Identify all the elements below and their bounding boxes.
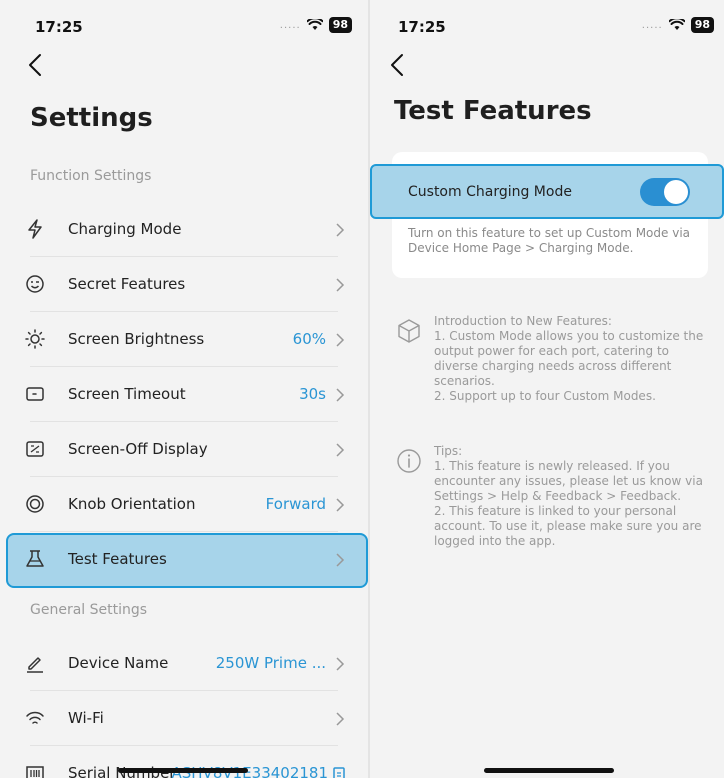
intro-line: 1. Custom Mode allows you to customize t… xyxy=(434,329,704,388)
row-label: Charging Mode xyxy=(68,220,182,238)
function-settings-header: Function Settings xyxy=(30,168,152,184)
wifi-icon xyxy=(26,711,44,724)
home-indicator xyxy=(484,768,614,773)
back-button[interactable] xyxy=(22,50,52,80)
chevron-right-icon xyxy=(336,223,345,237)
status-bar: 17:25 ..... 98 xyxy=(0,0,368,44)
chevron-right-icon xyxy=(336,333,345,347)
custom-charging-mode-toggle[interactable] xyxy=(640,178,690,206)
status-indicators: ..... 98 xyxy=(642,17,714,33)
row-label: Secret Features xyxy=(68,275,186,293)
chevron-right-icon xyxy=(336,278,345,292)
screen-off-display-icon xyxy=(26,441,44,457)
row-wifi[interactable]: Wi-Fi xyxy=(0,691,368,746)
info-icon xyxy=(397,449,421,473)
custom-charging-mode-label: Custom Charging Mode xyxy=(408,184,572,200)
battery-indicator: 98 xyxy=(328,17,352,33)
row-charging-mode[interactable]: Charging Mode xyxy=(0,202,368,257)
screen-timeout-icon xyxy=(26,387,44,401)
wifi-icon xyxy=(668,19,685,30)
row-secret-features[interactable]: Secret Features xyxy=(0,257,368,312)
row-screen-off-display[interactable]: Screen-Off Display xyxy=(0,422,368,477)
row-label: Wi-Fi xyxy=(68,709,104,727)
chevron-right-icon xyxy=(336,657,345,671)
toggle-description: Turn on this feature to set up Custom Mo… xyxy=(408,226,691,255)
battery-indicator: 98 xyxy=(690,17,714,33)
row-knob-orientation[interactable]: Knob Orientation Forward xyxy=(0,477,368,532)
test-features-screen: 17:25 ..... 98 Test Features Custom Char… xyxy=(370,0,724,778)
toggle-knob xyxy=(664,180,688,204)
pencil-icon xyxy=(27,657,43,673)
settings-screen: 17:25 ..... 98 Settings Function Setting… xyxy=(0,0,368,778)
status-time: 17:25 xyxy=(35,18,83,36)
row-value: 30s xyxy=(299,385,326,403)
flask-icon xyxy=(26,550,44,567)
chevron-right-icon xyxy=(336,553,345,567)
row-value: 250W Prime ... xyxy=(215,654,326,672)
page-title: Settings xyxy=(30,103,153,133)
back-button[interactable] xyxy=(384,50,414,80)
home-indicator xyxy=(118,768,248,773)
knob-icon xyxy=(26,495,44,513)
row-label: Test Features xyxy=(68,550,167,568)
row-device-name[interactable]: Device Name 250W Prime ... xyxy=(0,636,368,691)
smiley-icon xyxy=(26,275,44,293)
tips-line: 1. This feature is newly released. If yo… xyxy=(434,459,703,503)
general-settings-header: General Settings xyxy=(30,602,148,618)
row-test-features[interactable]: Test Features xyxy=(0,532,368,587)
intro-block: Introduction to New Features: 1. Custom … xyxy=(396,314,716,414)
row-label: Screen-Off Display xyxy=(68,440,208,458)
signal-icon: ..... xyxy=(279,19,301,31)
tips-text: Tips: 1. This feature is newly released.… xyxy=(434,444,716,549)
chevron-right-icon xyxy=(336,498,345,512)
intro-line: 2. Support up to four Custom Modes. xyxy=(434,389,656,403)
intro-heading: Introduction to New Features: xyxy=(434,314,612,328)
wifi-icon xyxy=(306,19,323,30)
row-label: Screen Timeout xyxy=(68,385,186,403)
chevron-right-icon xyxy=(336,712,345,726)
row-value: 60% xyxy=(292,330,326,348)
page-title: Test Features xyxy=(394,96,592,126)
brightness-icon xyxy=(25,329,45,349)
signal-icon: ..... xyxy=(641,19,663,31)
row-value: Forward xyxy=(265,495,326,513)
intro-text: Introduction to New Features: 1. Custom … xyxy=(434,314,716,404)
status-bar: 17:25 ..... 98 xyxy=(370,0,724,44)
chevron-right-icon xyxy=(336,443,345,457)
cube-icon xyxy=(398,319,420,343)
tips-block: Tips: 1. This feature is newly released.… xyxy=(396,444,716,574)
row-label: Knob Orientation xyxy=(68,495,196,513)
tips-line: 2. This feature is linked to your person… xyxy=(434,504,702,548)
row-serial-number[interactable]: Serial Number ASHV8V1E33402181 xyxy=(0,746,368,778)
status-indicators: ..... 98 xyxy=(280,17,352,33)
copy-icon[interactable] xyxy=(332,765,348,778)
barcode-icon xyxy=(26,766,44,778)
row-label: Device Name xyxy=(68,654,169,672)
row-screen-brightness[interactable]: Screen Brightness 60% xyxy=(0,312,368,367)
lightning-icon xyxy=(28,219,42,239)
tips-heading: Tips: xyxy=(434,444,463,458)
row-label: Screen Brightness xyxy=(68,330,205,348)
status-time: 17:25 xyxy=(398,18,446,36)
row-screen-timeout[interactable]: Screen Timeout 30s xyxy=(0,367,368,422)
chevron-right-icon xyxy=(336,388,345,402)
